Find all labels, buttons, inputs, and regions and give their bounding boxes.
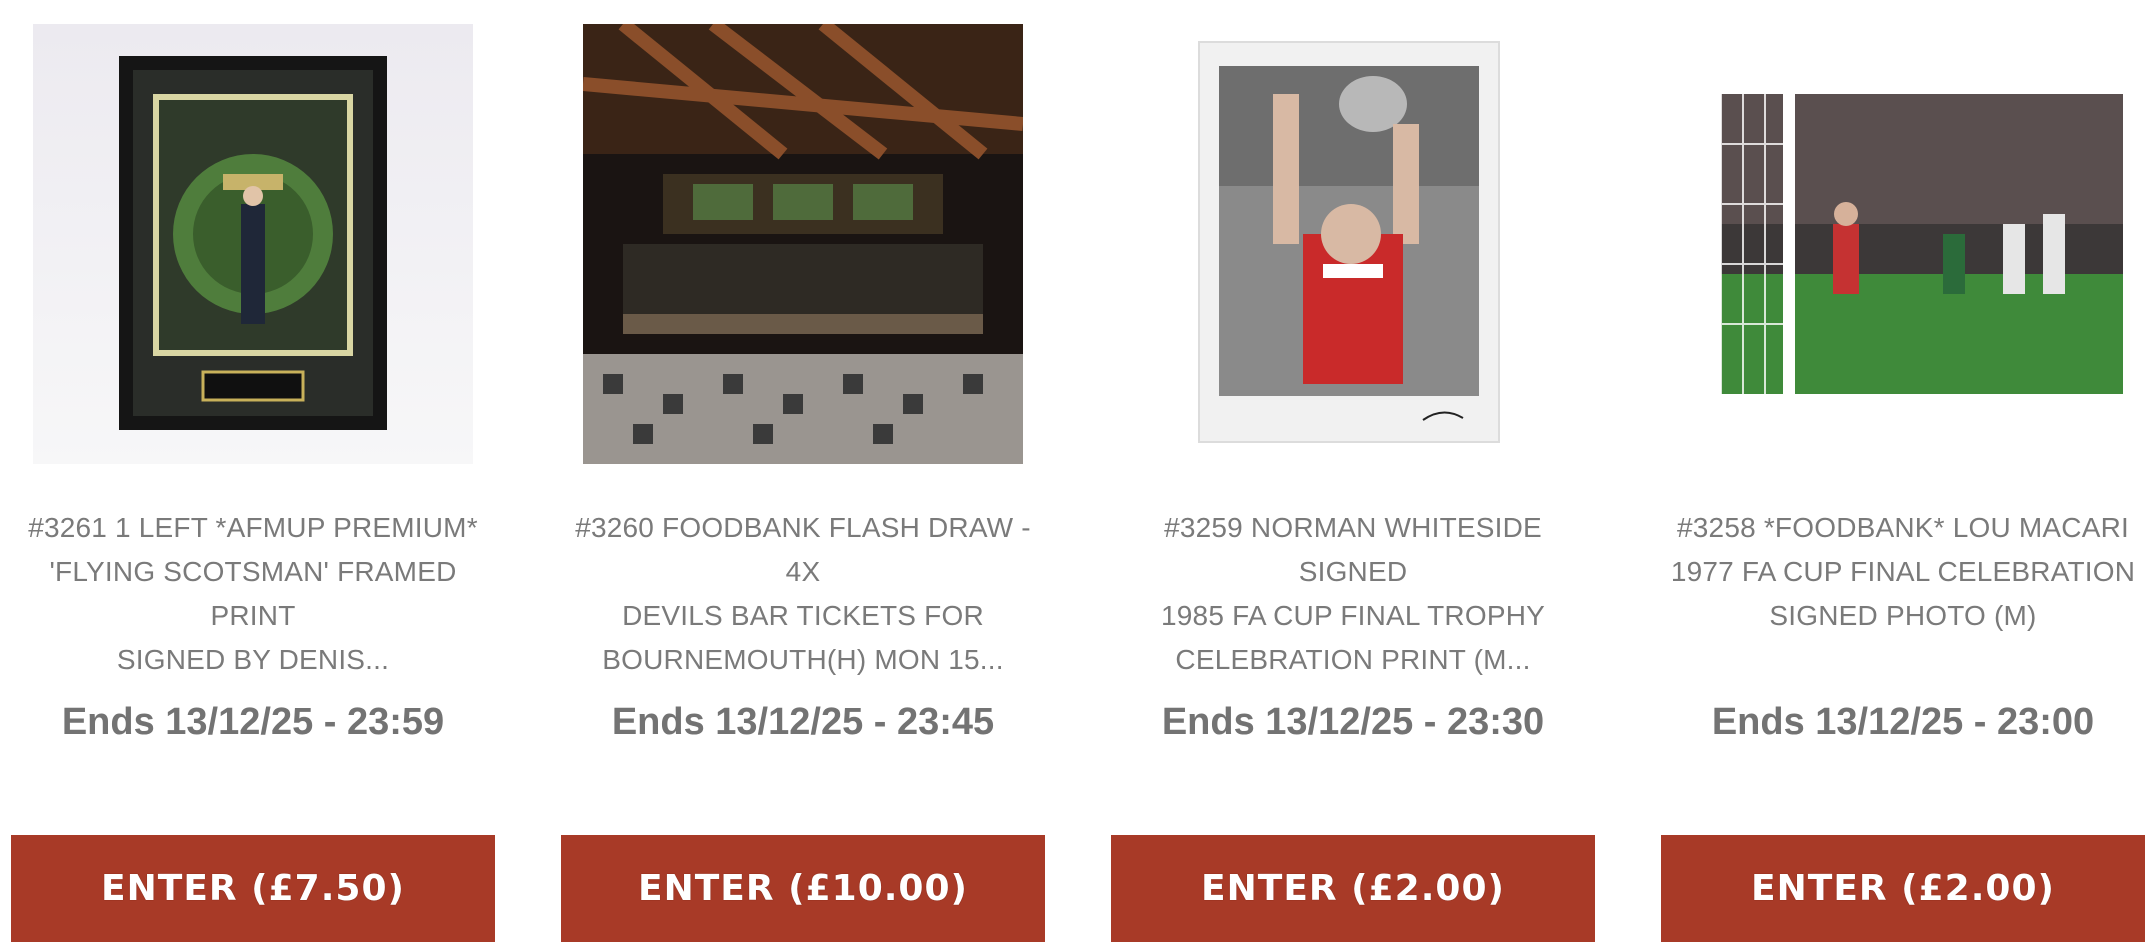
framed-print-image[interactable] (33, 24, 473, 464)
bar-interior-image[interactable] (583, 24, 1023, 464)
competition-grid: #3261 1 LEFT *AFMUP PREMIUM* 'FLYING SCO… (0, 0, 2154, 952)
competition-card: #3261 1 LEFT *AFMUP PREMIUM* 'FLYING SCO… (11, 0, 495, 952)
competition-card: #3259 NORMAN WHITESIDE SIGNED 1985 FA CU… (1111, 0, 1595, 952)
end-time: Ends 13/12/25 - 23:00 (1711, 701, 2095, 743)
competition-card: #3258 *FOODBANK* LOU MACARI 1977 FA CUP … (1661, 0, 2145, 952)
competition-card: #3260 FOODBANK FLASH DRAW - 4X DEVILS BA… (561, 0, 1045, 952)
signed-photo-image[interactable] (1683, 24, 2123, 464)
signed-print-image[interactable] (1133, 24, 1573, 464)
end-time: Ends 13/12/25 - 23:45 (611, 701, 995, 743)
enter-button[interactable]: ENTER (£10.00) (561, 835, 1045, 942)
listing-title[interactable]: #3261 1 LEFT *AFMUP PREMIUM* 'FLYING SCO… (11, 506, 495, 675)
listing-title[interactable]: #3260 FOODBANK FLASH DRAW - 4X DEVILS BA… (561, 506, 1045, 675)
end-time: Ends 13/12/25 - 23:30 (1161, 701, 1545, 743)
end-time: Ends 13/12/25 - 23:59 (61, 701, 445, 743)
listing-title[interactable]: #3258 *FOODBANK* LOU MACARI 1977 FA CUP … (1661, 506, 2145, 646)
enter-button[interactable]: ENTER (£2.00) (1661, 835, 2145, 942)
enter-button[interactable]: ENTER (£7.50) (11, 835, 495, 942)
listing-title[interactable]: #3259 NORMAN WHITESIDE SIGNED 1985 FA CU… (1111, 506, 1595, 675)
enter-button[interactable]: ENTER (£2.00) (1111, 835, 1595, 942)
